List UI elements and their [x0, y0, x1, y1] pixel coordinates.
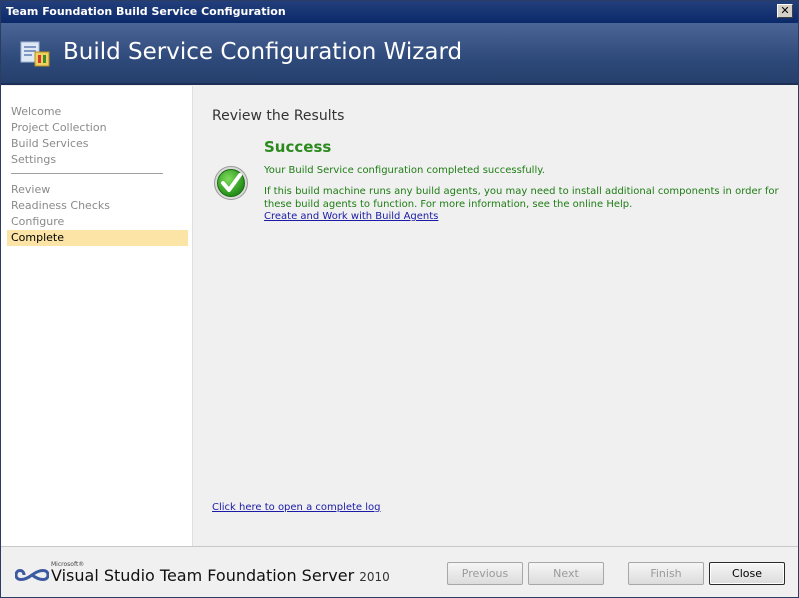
title-bar: Team Foundation Build Service Configurat… [1, 1, 798, 23]
logo-product-name: Visual Studio Team Foundation Server 201… [51, 566, 390, 585]
sidebar-item-configure[interactable]: Configure [11, 215, 64, 228]
wizard-window: Team Foundation Build Service Configurat… [0, 0, 799, 598]
sidebar-divider [11, 173, 163, 174]
sidebar-item-settings[interactable]: Settings [11, 153, 56, 166]
previous-button[interactable]: Previous [447, 562, 523, 585]
sidebar-item-review[interactable]: Review [11, 183, 50, 196]
status-details: If this build machine runs any build age… [264, 186, 779, 210]
wizard-banner: Build Service Configuration Wizard [1, 23, 798, 85]
sidebar-item-build-services[interactable]: Build Services [11, 137, 89, 150]
logo-product: Visual Studio [51, 566, 155, 585]
wizard-steps-sidebar: Welcome Project Collection Build Service… [1, 86, 193, 546]
logo-suffix: Team Foundation Server [154, 566, 355, 585]
status-message: Your Build Service configuration complet… [264, 165, 545, 176]
wizard-title: Build Service Configuration Wizard [63, 39, 463, 65]
sidebar-item-complete[interactable]: Complete [7, 230, 188, 246]
finish-button[interactable]: Finish [628, 562, 704, 585]
results-panel: Review the Results Success Your Build Se… [194, 86, 798, 546]
window-title: Team Foundation Build Service Configurat… [6, 5, 286, 18]
logo-version: 2010 [359, 570, 390, 584]
wizard-footer: Microsoft® Visual Studio Team Foundation… [1, 546, 798, 597]
sidebar-item-welcome[interactable]: Welcome [11, 105, 61, 118]
vs-tfs-logo: Microsoft® Visual Studio Team Foundation… [15, 561, 390, 591]
build-wizard-icon [20, 41, 50, 67]
success-checkmark-icon [214, 166, 248, 200]
sidebar-item-readiness-checks[interactable]: Readiness Checks [11, 199, 110, 212]
infinity-logo-icon [15, 569, 49, 581]
open-log-link[interactable]: Click here to open a complete log [212, 502, 381, 513]
close-window-button[interactable]: ✕ [777, 4, 793, 18]
close-button[interactable]: Close [709, 562, 785, 585]
sidebar-item-project-collection[interactable]: Project Collection [11, 121, 107, 134]
status-title: Success [264, 138, 332, 156]
page-title: Review the Results [212, 108, 345, 124]
build-agents-help-link[interactable]: Create and Work with Build Agents [264, 211, 438, 222]
next-button[interactable]: Next [528, 562, 604, 585]
